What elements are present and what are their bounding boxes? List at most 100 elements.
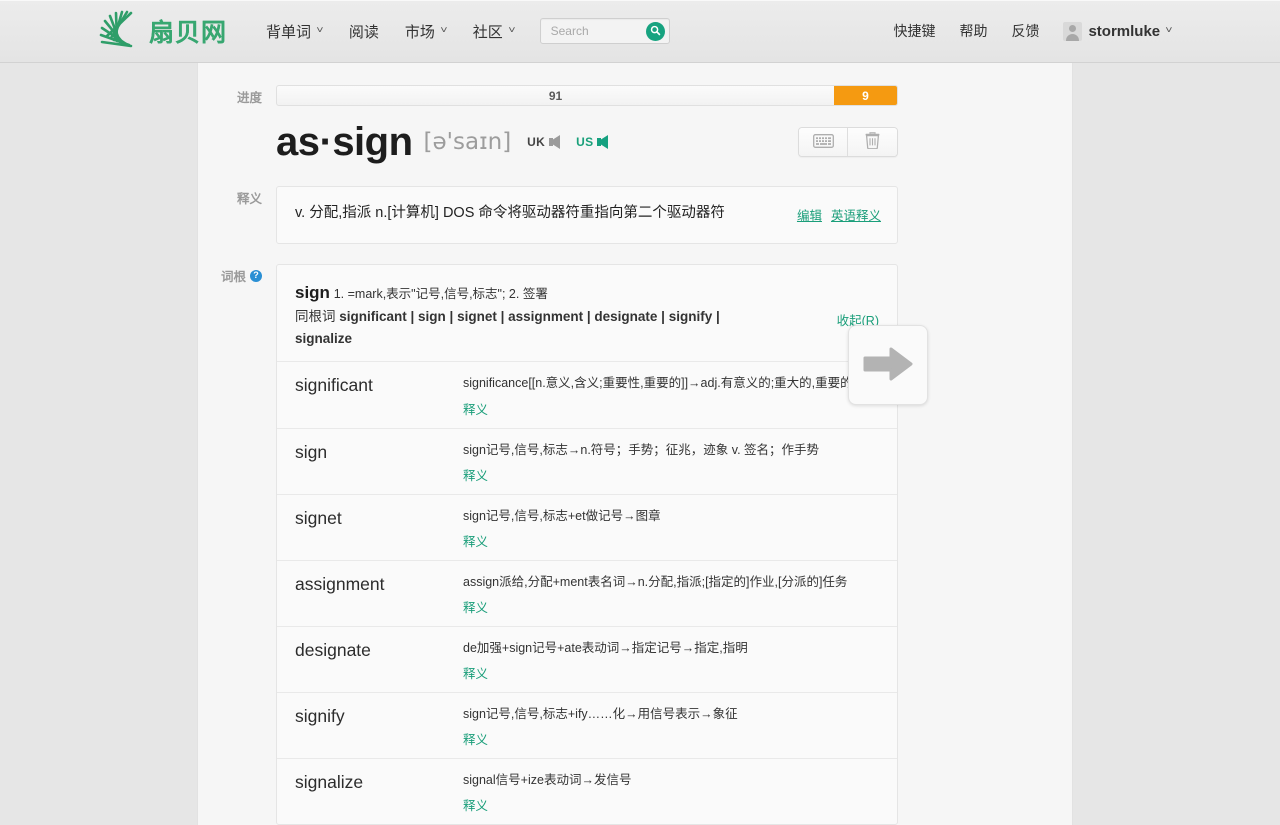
next-word-button[interactable] [848,325,928,405]
root-item-explanation: de加强+sign记号+ate表动词→指定记号→指定,指明 [463,640,748,655]
root-item-definition-link[interactable]: 释义 [463,399,488,418]
root-label: 词根 ? [198,264,276,285]
nav-item-market[interactable]: 市场 ˅ [392,15,460,48]
root-item-body: sign记号,信号,标志+ify……化→用信号表示→象征 释义 [463,705,883,748]
root-label-text: 词根 [220,270,246,284]
scallop-fan-logo-icon [98,9,146,53]
root-item-explanation: assign派给,分配+ment表名词→n.分配,指派;[指定的]作业,[分派的… [463,574,848,589]
root-item-definition-link[interactable]: 释义 [463,663,488,682]
search-input[interactable] [548,23,646,39]
root-item-definition-link[interactable]: 释义 [463,465,488,484]
delete-word-button[interactable] [848,128,897,156]
definition-card: v. 分配,指派 n.[计算机] DOS 命令将驱动器符重指向第二个驱动器符 编… [276,186,898,244]
root-item-body: signal信号+ize表动词→发信号 释义 [463,771,883,814]
root-item-definition-link[interactable]: 释义 [463,597,488,616]
root-item-definition-link[interactable]: 释义 [463,531,488,550]
pronounce-us-label: US [576,135,594,149]
list-item[interactable]: signet sign记号,信号,标志+et做记号→图章 释义 [277,493,897,560]
search-button[interactable] [645,21,665,41]
nav-item-feedback[interactable]: 反馈 [999,15,1051,47]
root-name: sign [295,283,330,302]
list-item[interactable]: designate de加强+sign记号+ate表动词→指定记号→指定,指明 … [277,625,897,692]
root-row: 词根 ? sign 1. =mark,表示"记号,信号,标志"; 2. 签署 同… [198,264,1072,825]
root-family-words: significant | sign | signet | assignment… [295,309,720,346]
root-item-body: de加强+sign记号+ate表动词→指定记号→指定,指明 释义 [463,639,883,682]
english-definition-link[interactable]: 英语释义 [831,205,881,224]
nav-item-shortcuts[interactable]: 快捷键 [881,15,947,47]
pronounce-uk-button[interactable]: UK [527,135,561,149]
nav-item-shortcuts-label: 快捷键 [893,23,936,39]
root-family-label: 同根词 [295,309,336,325]
root-header-main: sign 1. =mark,表示"记号,信号,标志"; 2. 签署 同根词 si… [295,279,881,349]
progress-new-segment: 9 [834,86,897,105]
definition-label: 释义 [236,192,262,206]
progress-row: 进度 91 9 [198,85,1072,106]
root-item-definition-link[interactable]: 释义 [463,729,488,748]
nav-item-community-label: 社区 [472,23,503,41]
definition-text: v. 分配,指派 n.[计算机] DOS 命令将驱动器符重指向第二个驱动器符 [295,205,725,221]
nav-item-feedback-label: 反馈 [1011,23,1040,39]
user-menu[interactable]: stormluke ˅ [1051,16,1184,47]
definition-row: 释义 v. 分配,指派 n.[计算机] DOS 命令将驱动器符重指向第二个驱动器… [198,186,1072,244]
root-item-explanation: signal信号+ize表动词→发信号 [463,773,632,788]
pronounce-uk-label: UK [527,135,546,149]
nav-right-links: 快捷键 帮助 反馈 stormluke ˅ [881,15,1190,47]
top-navigation-bar: 扇贝网 背单词 ˅ 阅读 市场 ˅ 社区 ˅ Search 快捷键 帮助 反馈 … [0,0,1280,63]
chevron-down-icon: ˅ [1165,25,1173,36]
study-page-container: 进度 91 9 as·sign [ə'saɪn] UK US 释义 v. 分配,… [198,63,1072,825]
list-item[interactable]: signify sign记号,信号,标志+ify……化→用信号表示→象征 释义 [277,692,897,758]
root-item-word: designate [295,639,371,660]
list-item[interactable]: signalize signal信号+ize表动词→发信号 释义 [277,758,897,824]
progress-label: 进度 [236,91,262,105]
progress-known-segment: 91 [548,88,563,103]
root-item-word: signet [295,507,342,528]
arrow-right-icon [863,345,913,386]
headword-spacer-label [198,122,276,124]
trash-icon [865,132,880,152]
phonetic-transcription: [ə'saɪn] [423,128,512,155]
root-item-word: assignment [295,573,385,594]
root-card: sign 1. =mark,表示"记号,信号,标志"; 2. 签署 同根词 si… [276,264,898,825]
brand-logo-link[interactable]: 扇贝网 [98,9,227,53]
list-item[interactable]: sign sign记号,信号,标志→n.符号；手势；征兆，迹象 v. 签名；作手… [277,427,897,494]
nav-item-help[interactable]: 帮助 [947,15,999,47]
search-icon [650,24,661,39]
root-item-word: signalize [295,772,364,793]
root-item-explanation: sign记号,信号,标志→n.符号；手势；征兆，迹象 v. 签名；作手势 [463,442,820,457]
progress-bar: 91 9 [276,85,898,106]
root-item-word: signify [295,706,345,726]
keyboard-shortcut-button[interactable] [799,128,848,156]
root-item-word: significant [295,375,373,396]
root-header: sign 1. =mark,表示"记号,信号,标志"; 2. 签署 同根词 si… [277,265,897,361]
chevron-down-icon: ˅ [440,25,448,36]
nav-item-words-label: 背单词 [266,23,312,41]
headword-tool-group [798,127,898,157]
nav-inner: 扇贝网 背单词 ˅ 阅读 市场 ˅ 社区 ˅ Search 快捷键 帮助 反馈 … [90,0,1190,62]
main-nav-links: 背单词 ˅ 阅读 市场 ˅ 社区 ˅ [253,15,670,48]
user-name-label: stormluke [1088,22,1161,40]
nav-item-help-label: 帮助 [959,23,988,39]
edit-definition-link[interactable]: 编辑 [797,205,822,224]
root-family-line: 同根词 significant | sign | signet | assign… [295,306,775,349]
search-box[interactable] [539,18,670,44]
root-meaning: 1. =mark,表示"记号,信号,标志"; 2. 签署 [333,287,548,301]
nav-item-reading[interactable]: 阅读 [336,15,392,48]
speaker-icon [549,135,561,149]
help-icon[interactable]: ? [250,269,262,282]
nav-item-community[interactable]: 社区 ˅ [460,15,528,48]
root-item-explanation: significance[[n.意义,含义;重要性,重要的]]→adj.有意义的… [463,376,853,391]
list-item[interactable]: significant significance[[n.意义,含义;重要性,重要… [277,361,897,427]
headword-block: as·sign [ə'saɪn] UK US [276,122,898,168]
root-item-definition-link[interactable]: 释义 [463,795,488,814]
nav-item-reading-label: 阅读 [348,23,379,41]
root-item-explanation: sign记号,信号,标志+et做记号→图章 [463,508,661,523]
nav-item-market-label: 市场 [404,23,435,41]
list-item[interactable]: assignment assign派给,分配+ment表名词→n.分配,指派;[… [277,559,897,626]
brand-name: 扇贝网 [149,13,227,49]
nav-item-words[interactable]: 背单词 ˅ [253,15,336,48]
headword-row: as·sign [ə'saɪn] UK US [198,122,1072,168]
keyboard-icon [812,133,834,151]
root-title-line: sign 1. =mark,表示"记号,信号,标志"; 2. 签署 [295,279,865,306]
pronounce-us-button[interactable]: US [576,135,609,149]
chevron-down-icon: ˅ [508,25,516,36]
